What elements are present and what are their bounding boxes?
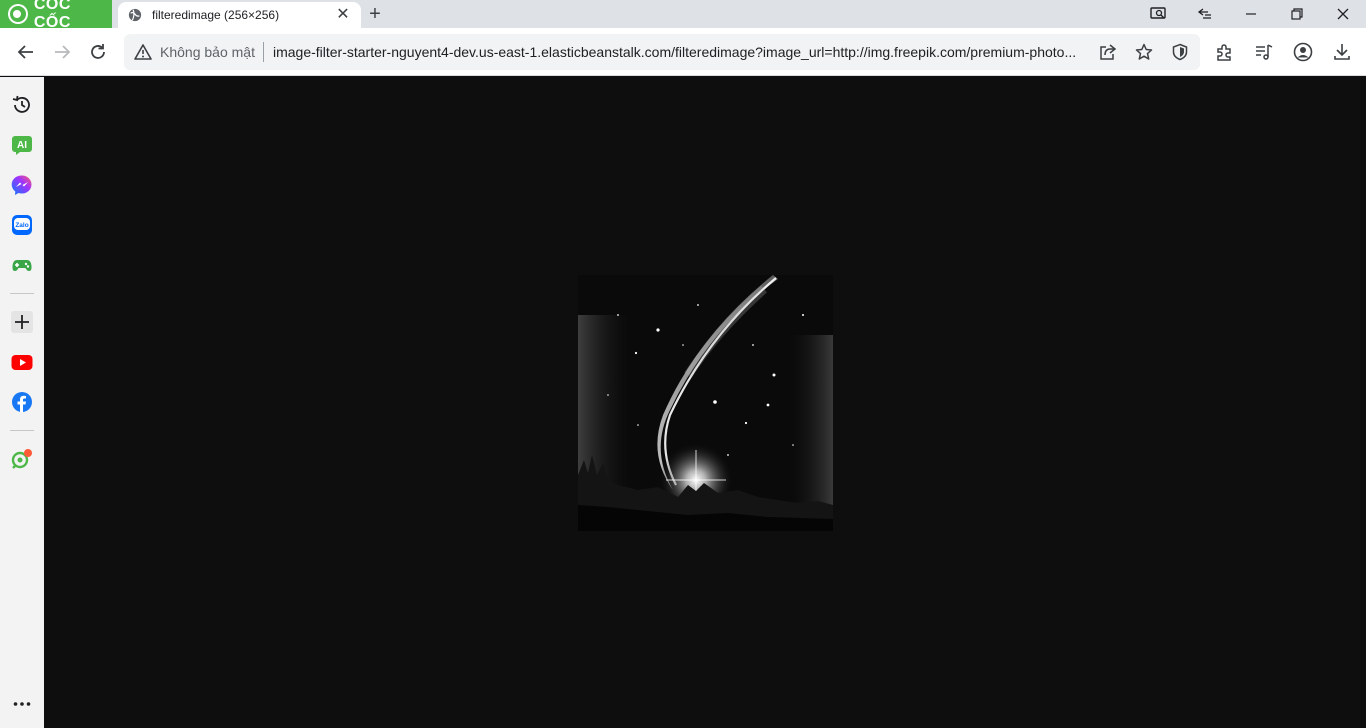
- shield-icon: [1172, 43, 1188, 61]
- facebook-icon: [12, 392, 32, 412]
- globe-icon: [128, 8, 142, 22]
- browser-toolbar: Không bảo mật image-filter-starter-nguye…: [0, 28, 1366, 76]
- account-icon: [1293, 42, 1313, 62]
- tab-strip: CỐC CỐC filteredimage (256×256) ✕ +: [0, 0, 1366, 31]
- history-icon: [12, 95, 30, 113]
- extensions-button[interactable]: [1211, 38, 1239, 66]
- security-indicator[interactable]: Không bảo mật: [124, 34, 255, 70]
- filtered-grayscale-image: [578, 275, 833, 531]
- arrow-right-icon: [55, 45, 71, 59]
- bookmark-button[interactable]: [1130, 38, 1158, 66]
- filtered-image[interactable]: [578, 275, 833, 531]
- games-button[interactable]: [10, 253, 34, 277]
- add-sidebar-app-button[interactable]: [10, 310, 34, 334]
- sidebar-more-button[interactable]: [10, 692, 34, 716]
- profile-button[interactable]: [1289, 38, 1317, 66]
- add-icon: [11, 311, 33, 333]
- url-text[interactable]: image-filter-starter-nguyent4-dev.us-eas…: [273, 44, 1093, 60]
- omnibox-actions: [1086, 38, 1194, 66]
- minimize-button[interactable]: [1228, 0, 1274, 28]
- back-button[interactable]: [12, 38, 40, 66]
- warning-icon: [134, 44, 152, 60]
- history-button[interactable]: [10, 93, 34, 117]
- puzzle-icon: [1217, 44, 1231, 61]
- tab-search-icon[interactable]: [1136, 0, 1182, 28]
- close-window-button[interactable]: [1320, 0, 1366, 28]
- share-button[interactable]: [1094, 38, 1122, 66]
- svg-text:AI: AI: [17, 140, 27, 151]
- sidebar-divider: [10, 293, 34, 294]
- omnibox-divider: [262, 42, 264, 62]
- extension-pin-icon: [11, 449, 32, 469]
- download-icon: [1334, 44, 1350, 60]
- playlist-button[interactable]: [1250, 38, 1278, 66]
- new-tab-button[interactable]: +: [364, 3, 386, 25]
- coccoc-logo-icon: [8, 4, 28, 24]
- security-label: Không bảo mật: [160, 44, 255, 60]
- more-icon: [13, 702, 31, 706]
- sidebar: AI Zalo: [0, 77, 44, 728]
- star-icon: [1135, 43, 1153, 60]
- ai-assistant-button[interactable]: AI: [10, 133, 34, 157]
- address-bar[interactable]: Không bảo mật image-filter-starter-nguye…: [124, 34, 1200, 70]
- adblock-button[interactable]: [1166, 38, 1194, 66]
- tab-title: filteredimage (256×256): [152, 8, 280, 22]
- facebook-button[interactable]: [10, 390, 34, 414]
- extension-pin-button[interactable]: [10, 447, 34, 471]
- sidebar-divider: [10, 430, 34, 431]
- youtube-button[interactable]: [10, 350, 34, 374]
- reload-icon: [91, 44, 105, 59]
- music-list-icon: [1256, 44, 1273, 60]
- arrow-left-icon: [17, 45, 33, 59]
- ai-assistant-icon: AI: [12, 136, 32, 155]
- window-controls: [1136, 0, 1366, 28]
- toolbar-right: [1200, 38, 1356, 66]
- back-forward-cache-icon[interactable]: [1182, 0, 1228, 28]
- youtube-icon: [11, 355, 33, 370]
- messenger-button[interactable]: [10, 173, 34, 197]
- games-icon: [12, 260, 32, 271]
- share-icon: [1100, 44, 1117, 60]
- tab-close-icon[interactable]: ✕: [335, 7, 351, 23]
- messenger-icon: [11, 175, 32, 195]
- zalo-icon: Zalo: [12, 215, 32, 235]
- downloads-button[interactable]: [1328, 38, 1356, 66]
- browser-brand[interactable]: CỐC CỐC: [0, 0, 112, 31]
- restore-button[interactable]: [1274, 0, 1320, 28]
- page-viewport: [44, 77, 1366, 728]
- zalo-button[interactable]: Zalo: [10, 213, 34, 237]
- reload-button[interactable]: [84, 38, 112, 66]
- forward-button[interactable]: [48, 38, 76, 66]
- active-tab[interactable]: filteredimage (256×256) ✕: [118, 2, 361, 28]
- svg-text:Zalo: Zalo: [15, 222, 28, 229]
